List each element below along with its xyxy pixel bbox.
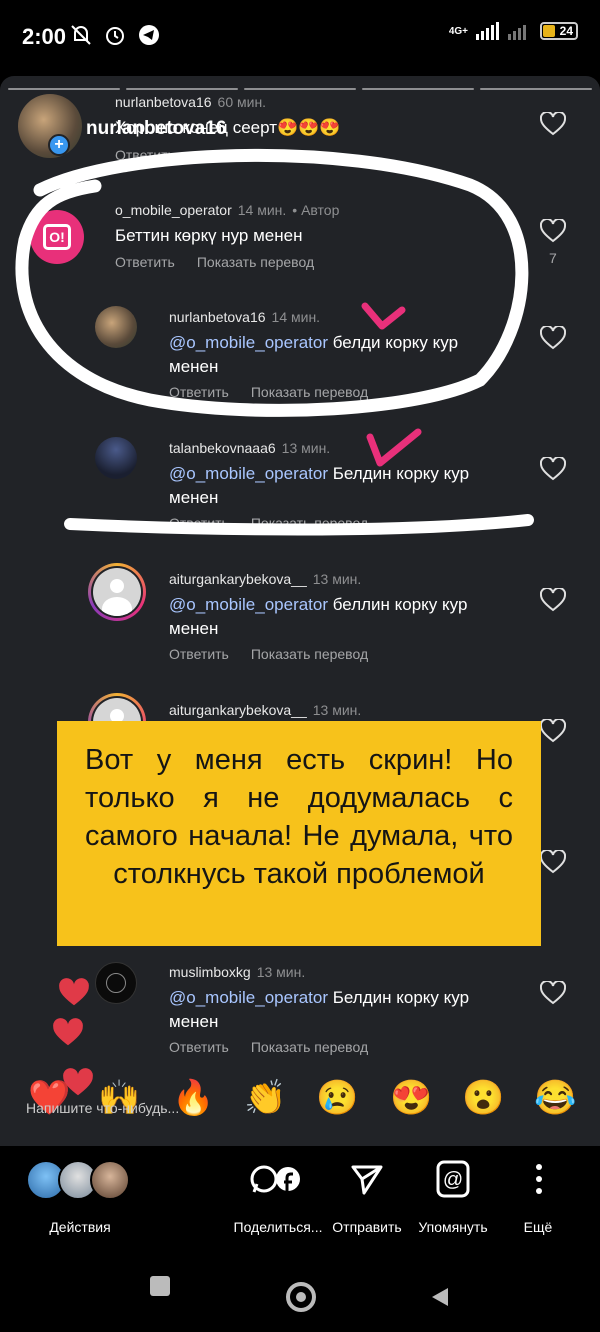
more-button[interactable]: Ещё (508, 1219, 568, 1235)
comment-input[interactable]: Напишите что-нибудь... (26, 1100, 179, 1116)
mention-button[interactable]: Упомянуть (408, 1219, 498, 1235)
floating-heart-icon (59, 978, 89, 1006)
svg-text:@: @ (443, 1169, 463, 1191)
more-icon[interactable] (532, 1162, 546, 1196)
circle-icon (286, 1282, 316, 1312)
recent-apps-button[interactable] (150, 1276, 170, 1296)
triangle-back-icon (432, 1288, 448, 1306)
send-icon[interactable] (350, 1162, 384, 1196)
home-button[interactable] (286, 1282, 316, 1312)
emoji-reaction-bar: ❤️ 🙌 🔥 👏 😢 😍 😮 😂 (0, 1074, 600, 1124)
emoji-heart-eyes[interactable]: 😍 (390, 1078, 432, 1118)
share-button[interactable]: Поделиться... (228, 1219, 328, 1235)
floating-heart-icon (53, 1018, 83, 1046)
avatar (90, 1160, 130, 1200)
back-button[interactable] (430, 1286, 450, 1313)
overlay-note: Вот у меня есть скрин! Но только я не до… (57, 721, 541, 946)
annotation-circle (15, 148, 529, 417)
annotation-scribbles (15, 148, 534, 536)
whatsapp-facebook-icon[interactable] (248, 1162, 304, 1196)
annotation-underline (64, 514, 534, 536)
activity-button[interactable]: Действия (30, 1219, 130, 1235)
emoji-clap[interactable]: 👏 (244, 1078, 286, 1118)
emoji-laughing[interactable]: 😂 (534, 1078, 576, 1118)
mention-icon[interactable]: @ (436, 1160, 470, 1198)
emoji-astonished[interactable]: 😮 (462, 1078, 504, 1118)
emoji-crying[interactable]: 😢 (316, 1078, 358, 1118)
square-icon (150, 1276, 170, 1296)
annotation-check (366, 428, 422, 467)
annotation-check (361, 302, 406, 330)
send-button[interactable]: Отправить (322, 1219, 412, 1235)
